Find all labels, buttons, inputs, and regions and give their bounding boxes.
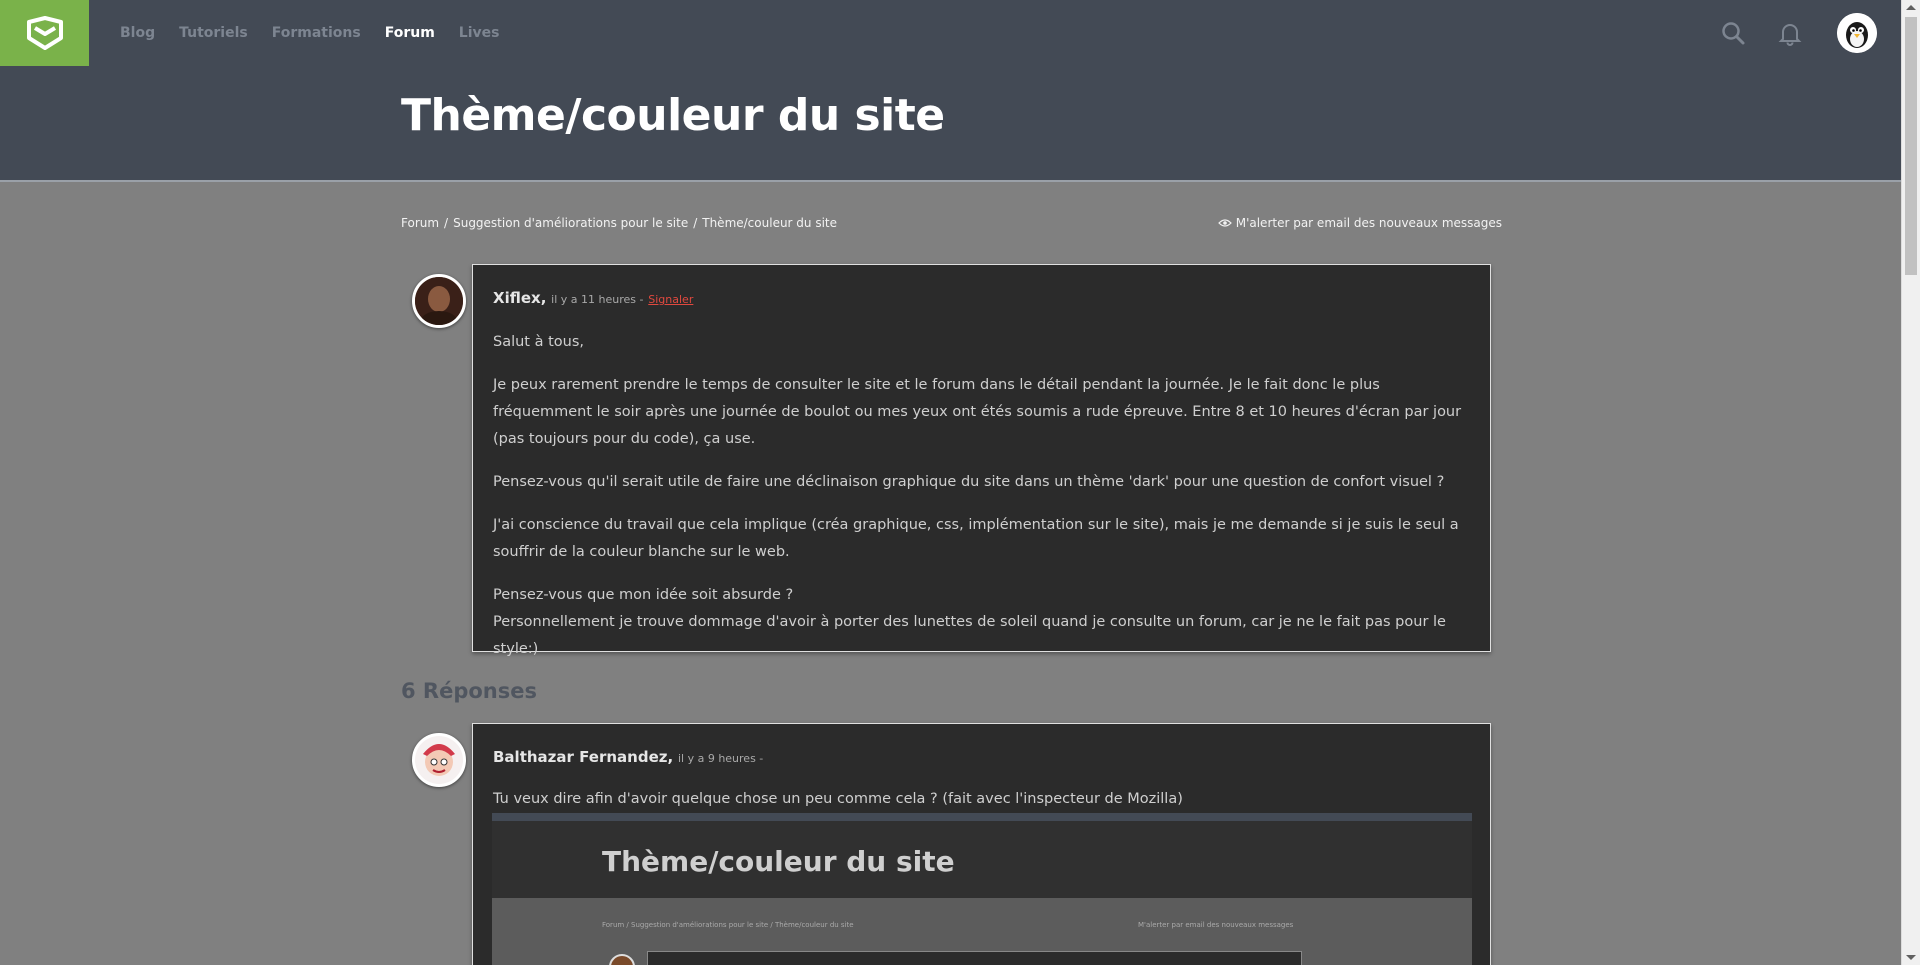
breadcrumb-topic[interactable]: Thème/couleur du site <box>702 216 837 230</box>
embed-topbar <box>492 813 1472 821</box>
embed-breadcrumb: Forum / Suggestion d'améliorations pour … <box>602 921 854 929</box>
reply-post: Balthazar Fernandez, il y a 9 heures - T… <box>472 723 1491 965</box>
bell-icon[interactable] <box>1777 20 1803 46</box>
reply-author[interactable]: Balthazar Fernandez <box>493 748 667 766</box>
post-paragraph: Pensez-vous qu'il serait utile de faire … <box>493 474 1445 490</box>
top-navbar: Blog Tutoriels Formations Forum Lives <box>0 0 1901 66</box>
scroll-down-arrow-icon[interactable] <box>1906 955 1916 960</box>
embed-header: Thème/couleur du site <box>492 821 1472 898</box>
reply-author-avatar[interactable] <box>412 733 466 787</box>
replies-count: 6 Réponses <box>401 679 537 703</box>
breadcrumb-forum[interactable]: Forum <box>401 216 439 230</box>
nav-blog[interactable]: Blog <box>120 25 155 41</box>
page-title: Thème/couleur du site <box>401 90 945 141</box>
reply-time: il y a 9 heures - <box>677 752 764 765</box>
breadcrumb-category[interactable]: Suggestion d'améliorations pour le site <box>453 216 688 230</box>
author-separator: , <box>667 748 674 766</box>
eye-icon <box>1217 219 1232 227</box>
nav-formations[interactable]: Formations <box>272 25 361 41</box>
post-time: il y a 11 heures - <box>551 293 644 306</box>
nav-lives[interactable]: Lives <box>459 25 500 41</box>
embed-post <box>647 951 1302 965</box>
author-avatar[interactable] <box>412 274 466 328</box>
reply-body: Tu veux dire afin d'avoir quelque chose … <box>493 786 1470 813</box>
reply-header: Balthazar Fernandez, il y a 9 heures - <box>493 748 763 766</box>
post-header: Xiflex, il y a 11 heures - Signaler <box>493 289 693 307</box>
post-paragraph: Salut à tous, <box>493 334 585 350</box>
nav-tutoriels[interactable]: Tutoriels <box>179 25 248 41</box>
page-header: Thème/couleur du site <box>0 66 1901 182</box>
nav-forum[interactable]: Forum <box>385 25 435 41</box>
breadcrumb-separator: / <box>693 216 698 230</box>
main-nav: Blog Tutoriels Formations Forum Lives <box>120 0 499 66</box>
post-paragraph: Je peux rarement prendre le temps de con… <box>493 377 1462 447</box>
scroll-thumb[interactable] <box>1905 17 1917 275</box>
post-paragraph: J'ai conscience du travail que cela impl… <box>493 517 1459 560</box>
search-icon[interactable] <box>1720 20 1746 46</box>
embed-avatar <box>609 954 635 965</box>
breadcrumb-separator: / <box>444 216 449 230</box>
scroll-up-arrow-icon[interactable] <box>1906 5 1916 10</box>
post-paragraph: Pensez-vous que mon idée soit absurde ? <box>493 587 794 603</box>
author-separator: , <box>540 289 547 307</box>
post-paragraph: Personnellement je trouve dommage d'avoi… <box>493 614 1446 657</box>
breadcrumb: Forum / Suggestion d'améliorations pour … <box>401 216 837 230</box>
embed-title: Thème/couleur du site <box>602 845 955 878</box>
logo-icon <box>26 16 63 50</box>
page-scrollbar[interactable] <box>1901 0 1920 965</box>
original-post: Xiflex, il y a 11 heures - Signaler Salu… <box>472 264 1491 657</box>
report-link[interactable]: Signaler <box>648 293 693 306</box>
user-avatar[interactable] <box>1837 13 1877 53</box>
cartoon-avatar-icon <box>415 736 463 784</box>
person-photo-icon <box>415 277 463 325</box>
post-body: Salut à tous, Je peux rarement prendre l… <box>493 329 1470 663</box>
penguin-icon <box>1837 13 1877 53</box>
post-author[interactable]: Xiflex <box>493 289 541 307</box>
reply-paragraph: Tu veux dire afin d'avoir quelque chose … <box>493 791 1183 807</box>
embedded-screenshot[interactable]: Thème/couleur du site Forum / Suggestion… <box>492 813 1472 965</box>
embed-alert: M'alerter par email des nouveaux message… <box>1138 921 1294 929</box>
site-logo[interactable] <box>0 0 89 66</box>
email-alert-label: M'alerter par email des nouveaux message… <box>1235 216 1502 230</box>
email-alert-link[interactable]: M'alerter par email des nouveaux message… <box>1217 216 1502 230</box>
